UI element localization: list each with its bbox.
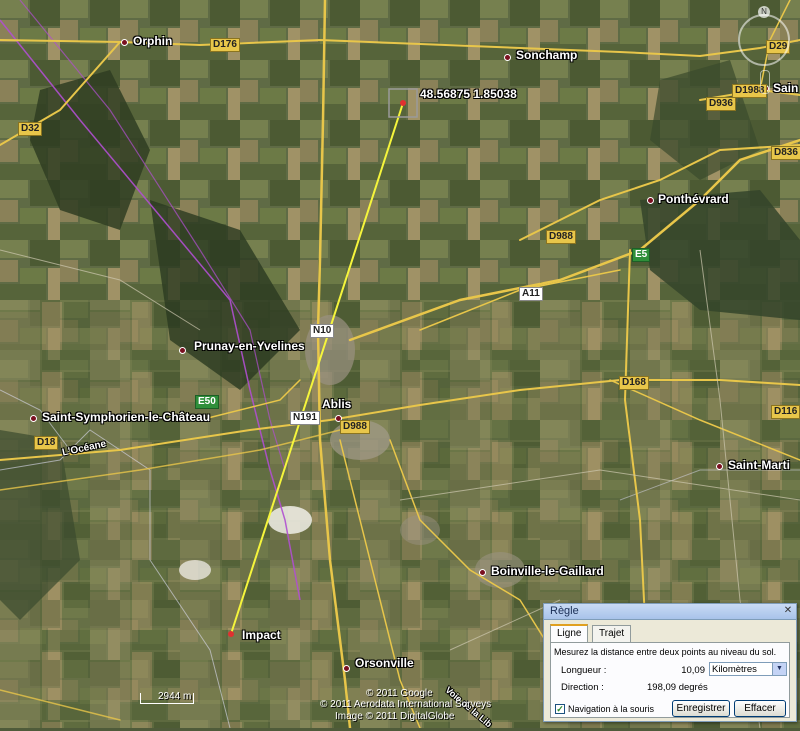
direction-value: 198,09 degrés [647, 682, 708, 693]
town-label-boinville[interactable]: Boinville-le-Gaillard [491, 564, 604, 578]
road-shield-d836: D836 [771, 146, 800, 160]
road-shield-n10: N10 [310, 324, 335, 338]
town-marker[interactable] [504, 54, 511, 61]
unit-select[interactable]: Kilomètres ▼ [709, 662, 787, 676]
save-button[interactable]: Enregistrer [672, 700, 730, 717]
town-label-orphin[interactable]: Orphin [133, 34, 172, 48]
road-shield-d988-ablis: D988 [340, 420, 370, 434]
road-shield-d116: D116 [771, 405, 800, 419]
tab-ligne[interactable]: Ligne [550, 624, 589, 643]
direction-label: Direction : [561, 682, 604, 693]
impact-label[interactable]: Impact [242, 628, 281, 642]
road-shield-n191: N191 [290, 411, 320, 425]
town-label-prunay[interactable]: Prunay-en-Yvelines [194, 339, 305, 353]
navigation-controls[interactable]: N [734, 4, 794, 94]
road-shield-e5: E5 [632, 248, 651, 262]
town-marker[interactable] [30, 415, 37, 422]
ruler-dialog: Règle ✕ Ligne Trajet Mesurez la distance… [543, 603, 797, 722]
coordinate-label: 48.56875 1.85038 [420, 87, 517, 101]
town-marker[interactable] [479, 569, 486, 576]
tab-trajet[interactable]: Trajet [592, 625, 632, 642]
town-label-ponthevrard[interactable]: Ponthévrard [658, 192, 729, 206]
length-label: Longueur : [561, 665, 607, 676]
zoom-slider[interactable] [760, 70, 770, 94]
town-marker[interactable] [179, 347, 186, 354]
mouse-navigation-label: Navigation à la souris [568, 704, 655, 714]
copyright-aerodata: © 2011 Aerodata International Surveys [320, 699, 492, 710]
road-shield-d32: D32 [18, 122, 43, 136]
town-label-sonchamp[interactable]: Sonchamp [516, 48, 577, 62]
road-shield-a11: A11 [519, 287, 543, 301]
dialog-title: Règle [550, 605, 579, 617]
dialog-titlebar[interactable]: Règle ✕ [544, 604, 796, 620]
ruler-panel: Mesurez la distance entre deux points au… [550, 642, 790, 718]
clear-button[interactable]: Effacer [734, 700, 786, 717]
scale-label: 2944 m [158, 691, 192, 702]
town-label-ablis[interactable]: Ablis [322, 397, 351, 411]
mouse-navigation-checkbox[interactable]: ✓ [555, 704, 565, 714]
road-shield-d176: D176 [210, 38, 240, 52]
town-marker[interactable] [716, 463, 723, 470]
town-label-orsonville[interactable]: Orsonville [355, 656, 414, 670]
compass-ring-icon[interactable] [738, 14, 790, 66]
ruler-description: Mesurez la distance entre deux points au… [554, 647, 777, 657]
close-icon[interactable]: ✕ [782, 605, 794, 617]
chevron-down-icon[interactable]: ▼ [772, 663, 786, 675]
copyright-digitalglobe: Image © 2011 DigitalGlobe [335, 711, 455, 722]
road-shield-d18: D18 [34, 436, 59, 450]
town-label-saint-symphorien[interactable]: Saint-Symphorien-le-Château [42, 410, 210, 424]
town-label-saint-marti[interactable]: Saint-Marti [728, 458, 790, 472]
road-shield-e50: E50 [195, 395, 219, 409]
road-shield-d936: D936 [706, 97, 736, 111]
unit-value: Kilomètres [712, 664, 757, 675]
copyright-google: © 2011 Google [366, 688, 433, 699]
town-marker[interactable] [647, 197, 654, 204]
road-shield-d988: D988 [546, 230, 576, 244]
road-shield-d168: D168 [619, 376, 649, 390]
length-value: 10,09 [681, 665, 705, 676]
town-marker[interactable] [121, 39, 128, 46]
town-marker[interactable] [343, 665, 350, 672]
